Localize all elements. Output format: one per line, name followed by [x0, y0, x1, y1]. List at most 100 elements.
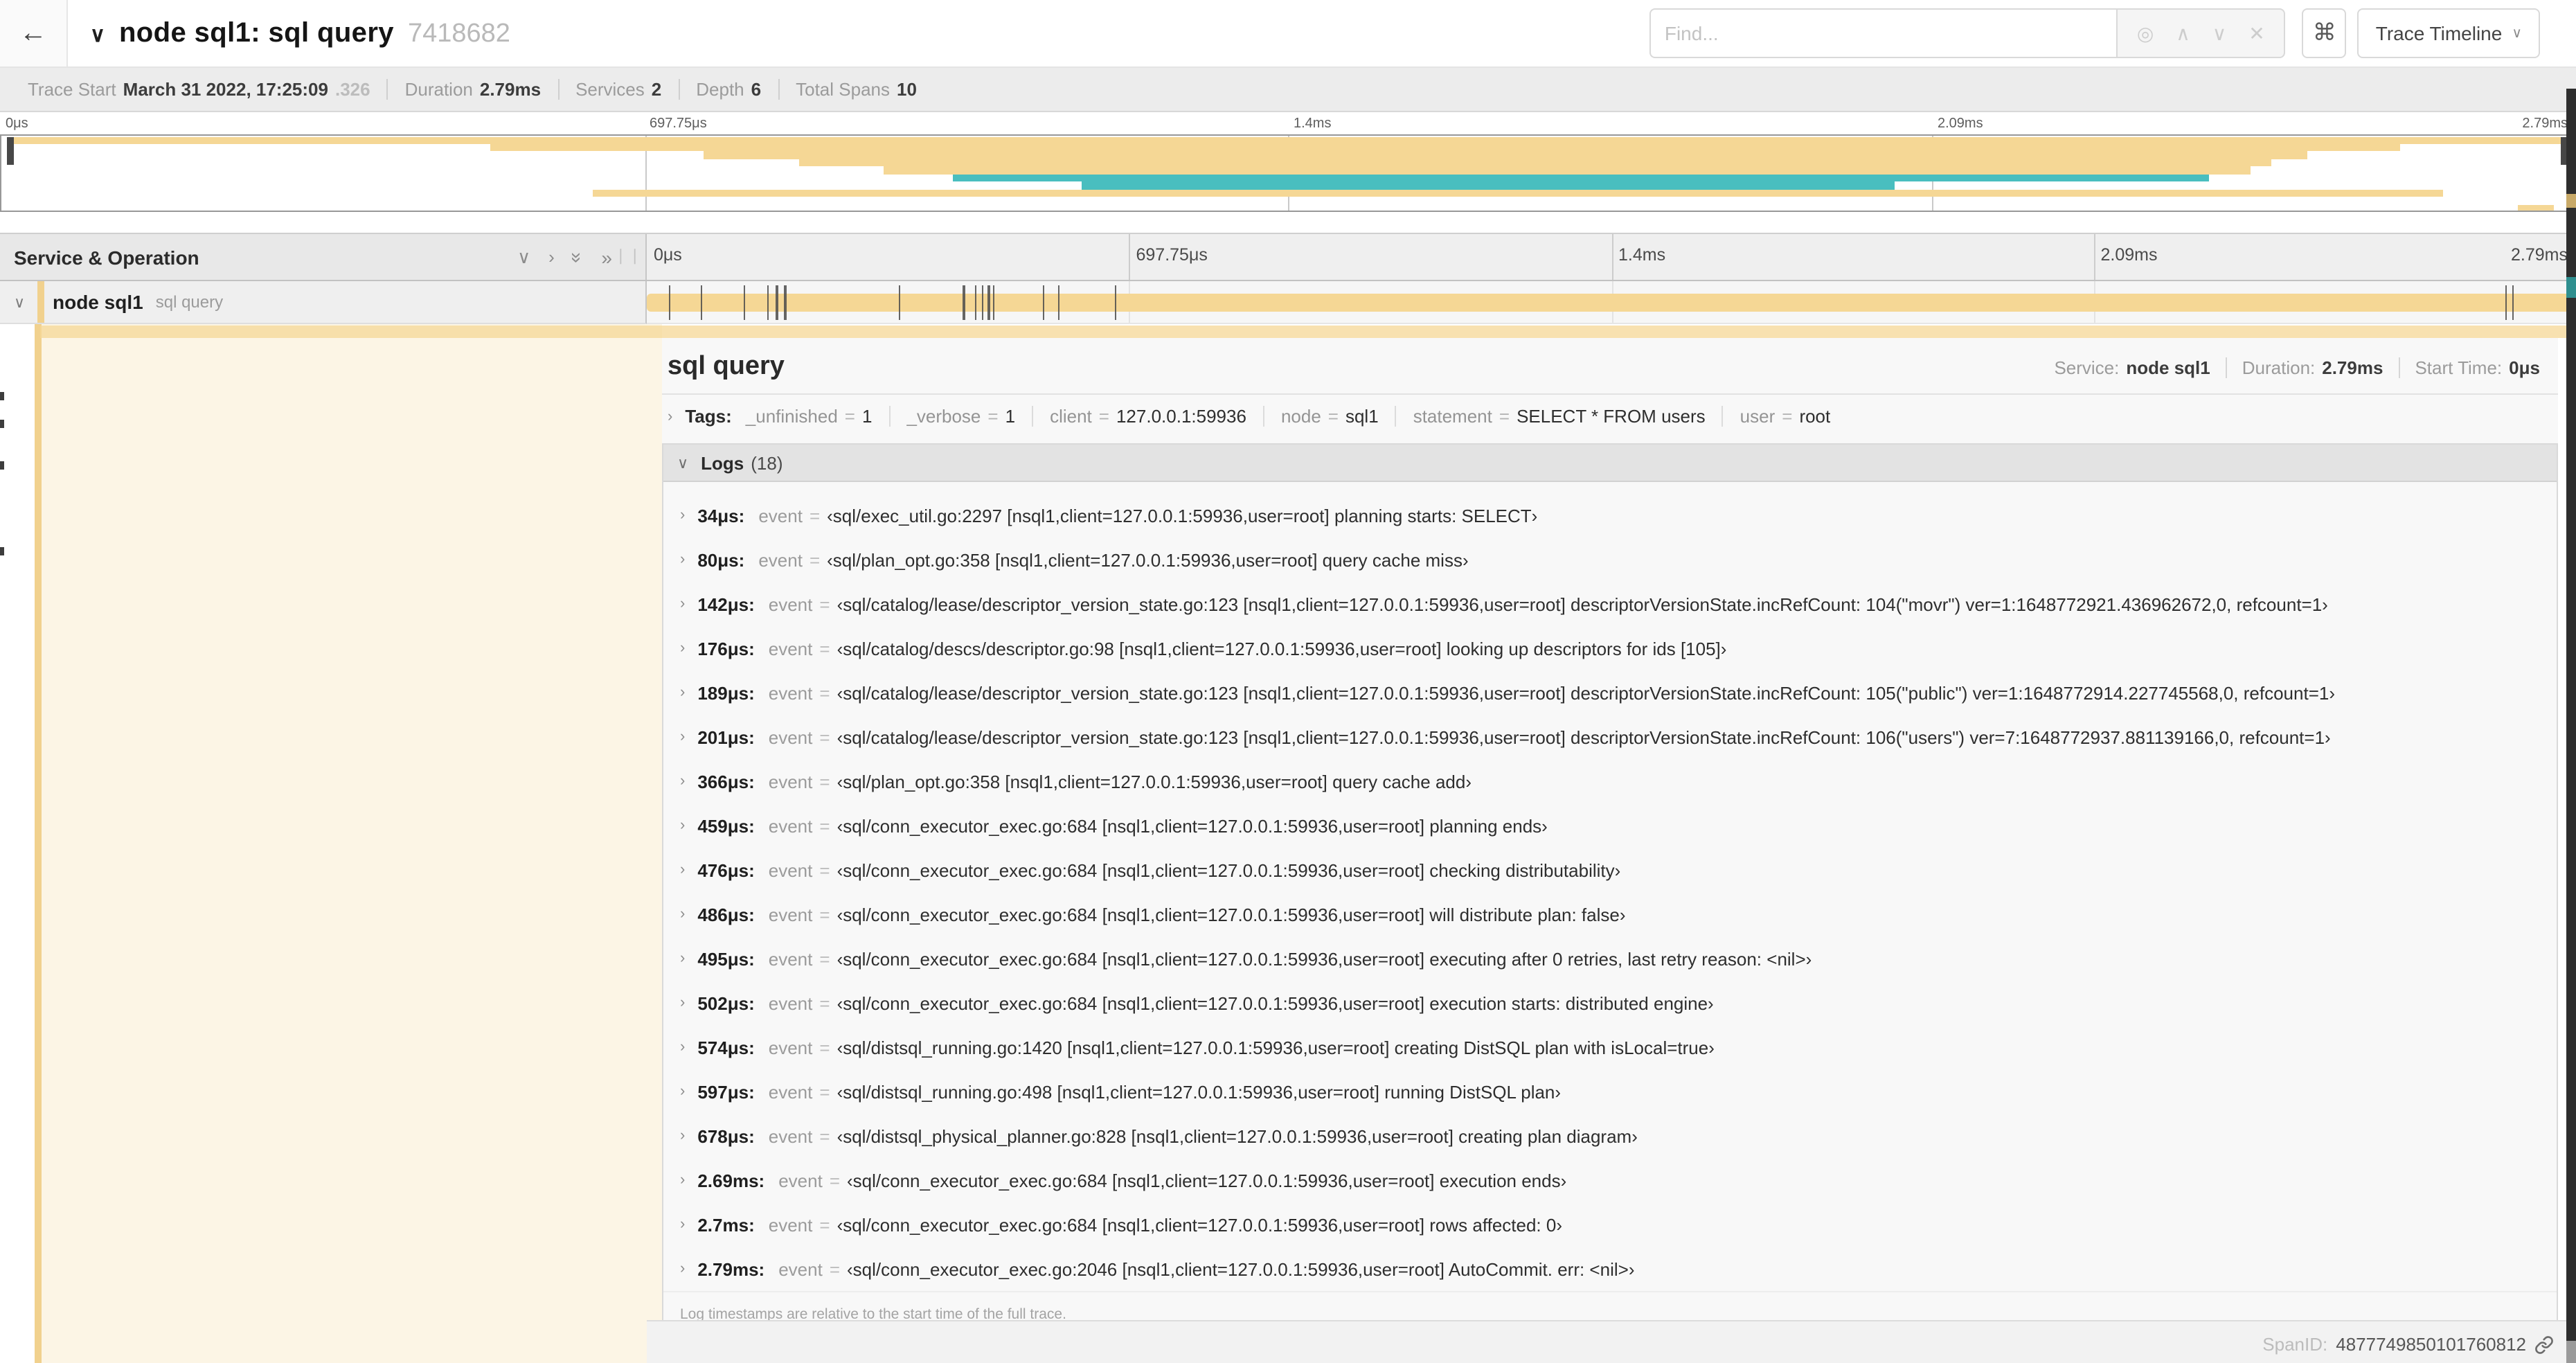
top-bar: ← ∨ node sql1: sql query 7418682 ◎ ∧ ∨ ✕…: [0, 0, 2576, 68]
tag-key: _unfinished: [745, 406, 838, 427]
log-entry-row[interactable]: › 459μs: event = ‹sql/conn_executor_exec.go:…: [663, 803, 2557, 848]
chevron-right-icon[interactable]: ›: [680, 995, 685, 1011]
collapse-one-icon[interactable]: ∨: [517, 246, 530, 268]
span-meta-item: Duration: 2.79ms: [2225, 357, 2399, 378]
log-entry-row[interactable]: › 80μs: event = ‹sql/plan_opt.go:358 [nsql1,…: [663, 537, 2557, 582]
span-row-track[interactable]: [647, 281, 2576, 324]
chevron-right-icon[interactable]: ›: [680, 1260, 685, 1277]
log-entry-row[interactable]: › 189μs: event = ‹sql/catalog/lease/descript…: [663, 670, 2557, 715]
expand-one-icon[interactable]: ›: [548, 247, 555, 267]
chevron-right-icon[interactable]: ›: [680, 773, 685, 790]
log-entry-row[interactable]: › 2.69ms: event = ‹sql/conn_executor_exec.go…: [663, 1158, 2557, 1202]
spacer: [0, 215, 2576, 233]
chevron-right-icon[interactable]: ›: [680, 1216, 685, 1233]
log-entry-row[interactable]: › 476μs: event = ‹sql/conn_executor_exec.go:…: [663, 848, 2557, 892]
match-target-icon[interactable]: ◎: [2137, 24, 2154, 43]
tags-row[interactable]: › Tags: _unfinished = 1 _verbose = 1 client = 12…: [662, 395, 2558, 438]
chevron-right-icon[interactable]: ›: [680, 729, 685, 745]
span-row-name-cell[interactable]: ∨ node sql1 sql query: [0, 281, 647, 324]
tag-item[interactable]: user = root: [1721, 406, 1848, 427]
log-entry-row[interactable]: › 142μs: event = ‹sql/catalog/lease/descript…: [663, 582, 2557, 626]
chevron-right-icon[interactable]: ›: [680, 906, 685, 923]
chevron-right-icon[interactable]: ›: [680, 862, 685, 878]
log-field-value: ‹sql/plan_opt.go:358 [nsql1,client=127.0…: [827, 549, 1469, 570]
chevron-right-icon[interactable]: ›: [680, 551, 685, 568]
log-entry-row[interactable]: › 597μs: event = ‹sql/distsql_running.go:498…: [663, 1069, 2557, 1114]
tag-item[interactable]: _unfinished = 1: [740, 406, 889, 427]
equals-sign: =: [819, 771, 830, 792]
prev-match-icon[interactable]: ∧: [2176, 24, 2190, 43]
log-field-key: event: [768, 727, 813, 747]
log-entry-row[interactable]: › 495μs: event = ‹sql/conn_executor_exec.go:…: [663, 936, 2557, 981]
scrollbar-strip[interactable]: [2566, 89, 2576, 1363]
tag-item[interactable]: _verbose = 1: [888, 406, 1032, 427]
chevron-right-icon[interactable]: ›: [680, 1128, 685, 1144]
back-button[interactable]: ←: [0, 0, 68, 66]
log-entry-row[interactable]: › 2.79ms: event = ‹sql/conn_executor_exec.go…: [663, 1247, 2557, 1291]
span-detail-row: sql query Service: node sql1 Duration: 2.79…: [0, 324, 2576, 1363]
expand-all-icon[interactable]: »: [601, 246, 612, 268]
tag-value: sql1: [1345, 406, 1379, 427]
log-entry-row[interactable]: › 34μs: event = ‹sql/exec_util.go:2297 [nsql…: [663, 493, 2557, 537]
span-duration-bar[interactable]: [647, 294, 2576, 312]
log-timestamp: 366μs:: [697, 771, 755, 792]
minimap-canvas[interactable]: [0, 134, 2576, 212]
chevron-right-icon[interactable]: ›: [680, 1083, 685, 1100]
tag-item[interactable]: statement = SELECT * FROM users: [1395, 406, 1722, 427]
chevron-right-icon[interactable]: ›: [680, 596, 685, 612]
view-selector-button[interactable]: Trace Timeline ∨: [2357, 8, 2540, 58]
log-timestamp: 486μs:: [697, 904, 755, 925]
tag-item[interactable]: client = 127.0.0.1:59936: [1032, 406, 1263, 427]
minimap-span-bar: [1082, 181, 1895, 190]
collapse-trace-chevron-icon[interactable]: ∨: [90, 21, 105, 46]
minimap-left-drag-handle[interactable]: [7, 137, 14, 165]
chevron-right-icon[interactable]: ›: [680, 817, 685, 834]
trace-summary-bar: Trace Start March 31 2022, 17:25:09 .326 Du…: [0, 68, 2576, 112]
tag-item[interactable]: node = sql1: [1262, 406, 1395, 427]
log-field-key: event: [768, 771, 813, 792]
log-field-key: event: [768, 904, 813, 925]
chevron-right-icon[interactable]: ›: [680, 640, 685, 657]
log-field-value: ‹sql/conn_executor_exec.go:684 [nsql1,cl…: [837, 1214, 1562, 1235]
log-timestamp: 176μs:: [697, 638, 755, 659]
tags-list: _unfinished = 1 _verbose = 1 client = 127.0.0.1:…: [740, 406, 1847, 427]
keyboard-shortcuts-button[interactable]: ⌘: [2302, 8, 2347, 58]
link-icon[interactable]: [2534, 1335, 2554, 1354]
chevron-right-icon[interactable]: ›: [680, 507, 685, 524]
logs-body: › 34μs: event = ‹sql/exec_util.go:2297 [nsql…: [663, 482, 2557, 1291]
span-detail-bar-strip: [40, 326, 2576, 338]
log-entry-row[interactable]: › 678μs: event = ‹sql/distsql_physical_plann…: [663, 1114, 2557, 1158]
log-field-key: event: [768, 1037, 813, 1058]
log-field-value: ‹sql/conn_executor_exec.go:684 [nsql1,cl…: [837, 948, 1812, 969]
chevron-right-icon[interactable]: ›: [680, 1172, 685, 1188]
equals-sign: =: [829, 1170, 840, 1191]
log-entry-row[interactable]: › 502μs: event = ‹sql/conn_executor_exec.go:…: [663, 981, 2557, 1025]
chevron-down-icon[interactable]: ∨: [14, 293, 30, 311]
log-timestamp: 574μs:: [697, 1037, 755, 1058]
log-entry-row[interactable]: › 201μs: event = ‹sql/catalog/lease/descript…: [663, 715, 2557, 759]
find-input[interactable]: [1649, 8, 2116, 58]
next-match-icon[interactable]: ∨: [2212, 24, 2227, 43]
span-title: sql query: [668, 352, 785, 381]
log-entry-row[interactable]: › 366μs: event = ‹sql/plan_opt.go:358 [nsql1…: [663, 759, 2557, 803]
ruler-tick-label: 697.75μs: [1136, 245, 1208, 265]
chevron-right-icon[interactable]: ›: [680, 1039, 685, 1055]
log-entry-row[interactable]: › 176μs: event = ‹sql/catalog/descs/descript…: [663, 626, 2557, 670]
chevron-right-icon[interactable]: ›: [680, 684, 685, 701]
edge-mark: [0, 420, 3, 428]
clear-find-icon[interactable]: ✕: [2248, 24, 2264, 43]
column-resizer-handle[interactable]: ❘❘: [614, 247, 643, 265]
trace-summary-item: Trace Start March 31 2022, 17:25:09 .326: [11, 79, 387, 100]
log-entry-row[interactable]: › 2.7ms: event = ‹sql/conn_executor_exec.go:…: [663, 1202, 2557, 1247]
log-field-key: event: [768, 1125, 813, 1146]
equals-sign: =: [809, 549, 821, 570]
log-entry-row[interactable]: › 574μs: event = ‹sql/distsql_running.go:142…: [663, 1025, 2557, 1069]
detail-header-row: sql query Service: node sql1 Duration: 2.79…: [662, 338, 2558, 395]
tag-value: SELECT * FROM users: [1517, 406, 1706, 427]
log-field-value: ‹sql/catalog/descs/descriptor.go:98 [nsq…: [837, 638, 1727, 659]
log-field-value: ‹sql/conn_executor_exec.go:684 [nsql1,cl…: [837, 859, 1621, 880]
logs-header[interactable]: ∨ Logs (18): [663, 445, 2557, 482]
log-entry-row[interactable]: › 486μs: event = ‹sql/conn_executor_exec.go:…: [663, 892, 2557, 936]
collapse-all-icon[interactable]: »: [567, 251, 589, 262]
chevron-right-icon[interactable]: ›: [680, 950, 685, 967]
